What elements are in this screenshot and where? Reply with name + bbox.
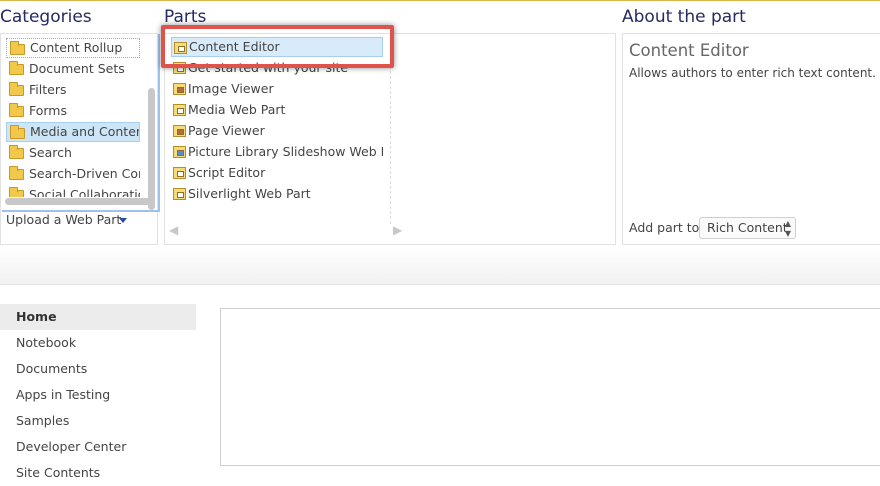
image-viewer-icon xyxy=(173,83,186,95)
category-social-collaboration[interactable]: Social Collaboration xyxy=(6,185,140,197)
category-label: Social Collaboration xyxy=(29,187,140,197)
web-part-zone[interactable] xyxy=(220,308,880,466)
parts-heading: Parts xyxy=(164,7,207,27)
nav-item-samples[interactable]: Samples xyxy=(0,408,196,434)
part-label: Image Viewer xyxy=(188,81,274,96)
nav-item-developer-center[interactable]: Developer Center xyxy=(0,434,196,460)
category-search[interactable]: Search xyxy=(6,143,140,163)
add-part-label: Add part to: xyxy=(629,220,704,235)
category-content-rollup[interactable]: Content Rollup xyxy=(6,38,140,58)
script-editor-icon xyxy=(173,167,186,179)
folder-icon xyxy=(9,82,24,96)
silverlight-icon xyxy=(173,188,186,200)
ribbon-strip xyxy=(0,247,880,285)
up-down-arrows-icon: ▲ ▼ xyxy=(784,219,791,238)
part-label: Script Editor xyxy=(188,165,266,180)
categories-panel: Content Rollup Document Sets Filters For… xyxy=(0,33,160,245)
category-label: Forms xyxy=(29,103,68,118)
upload-web-part-link[interactable]: Upload a Web Part xyxy=(6,212,121,227)
nav-item-notebook[interactable]: Notebook xyxy=(0,330,196,356)
arrow-right-icon[interactable]: ▶ xyxy=(393,223,402,237)
part-label: Silverlight Web Part xyxy=(188,186,311,201)
category-label: Filters xyxy=(29,82,67,97)
categories-vertical-scrollbar[interactable] xyxy=(148,88,155,210)
top-accent-line xyxy=(0,0,880,1)
category-forms[interactable]: Forms xyxy=(6,101,140,121)
arrow-left-icon[interactable]: ◀ xyxy=(169,223,178,237)
chevron-down-icon[interactable] xyxy=(119,218,127,223)
part-picture-library-slideshow[interactable]: Picture Library Slideshow Web Part xyxy=(171,142,383,162)
nav-item-site-contents[interactable]: Site Contents xyxy=(0,460,196,486)
folder-icon xyxy=(9,145,24,159)
part-media-web-part[interactable]: Media Web Part xyxy=(171,100,383,120)
folder-icon xyxy=(9,103,24,117)
folder-icon xyxy=(9,166,24,180)
about-part-title: Content Editor xyxy=(629,41,749,60)
folder-icon xyxy=(10,125,25,139)
page-viewer-icon xyxy=(173,125,186,137)
selection-highlight-box xyxy=(161,25,394,68)
category-label: Content Rollup xyxy=(30,40,123,55)
category-search-driven-content[interactable]: Search-Driven Content xyxy=(6,164,140,184)
add-part-select[interactable]: Rich Content ▲ ▼ xyxy=(699,217,796,239)
nav-item-home[interactable]: Home xyxy=(0,304,196,330)
about-panel: Content Editor Allows authors to enter r… xyxy=(622,33,880,245)
folder-icon xyxy=(9,61,24,75)
part-script-editor[interactable]: Script Editor xyxy=(171,163,383,183)
web-part-icon xyxy=(173,104,186,116)
category-filters[interactable]: Filters xyxy=(6,80,140,100)
category-label: Media and Content xyxy=(30,124,140,139)
picture-library-icon xyxy=(173,146,186,158)
category-label: Search xyxy=(29,145,72,160)
categories-list[interactable]: Content Rollup Document Sets Filters For… xyxy=(2,34,160,212)
categories-horizontal-scrollbar[interactable] xyxy=(5,198,155,205)
about-part-description: Allows authors to enter rich text conten… xyxy=(629,66,876,80)
category-label: Document Sets xyxy=(29,61,125,76)
about-heading: About the part xyxy=(622,7,746,27)
part-page-viewer[interactable]: Page Viewer xyxy=(171,121,383,141)
part-label: Page Viewer xyxy=(188,123,265,138)
part-label: Media Web Part xyxy=(188,102,286,117)
folder-icon xyxy=(10,41,25,55)
category-label: Search-Driven Content xyxy=(29,166,140,181)
part-label: Picture Library Slideshow Web Part xyxy=(188,144,383,159)
add-part-select-value: Rich Content xyxy=(707,220,788,235)
category-document-sets[interactable]: Document Sets xyxy=(6,59,140,79)
folder-icon xyxy=(9,187,24,197)
nav-item-documents[interactable]: Documents xyxy=(0,356,196,382)
part-image-viewer[interactable]: Image Viewer xyxy=(171,79,383,99)
category-media-and-content[interactable]: Media and Content xyxy=(6,122,140,142)
part-silverlight[interactable]: Silverlight Web Part xyxy=(171,184,383,204)
categories-heading: Categories xyxy=(0,7,92,27)
nav-item-apps-in-testing[interactable]: Apps in Testing xyxy=(0,382,196,408)
